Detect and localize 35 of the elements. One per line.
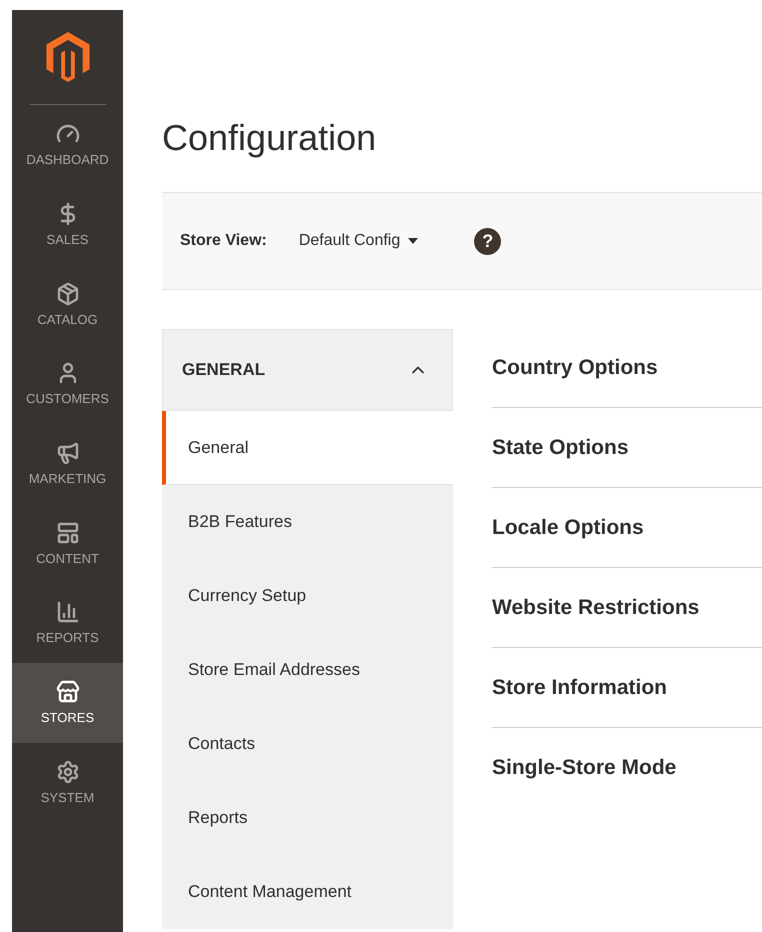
section-item[interactable]: Reports bbox=[162, 781, 453, 855]
config-group-title[interactable]: Store Information bbox=[492, 648, 762, 728]
section-item[interactable]: General bbox=[162, 411, 453, 485]
sidebar-item[interactable]: DASHBOARD bbox=[12, 105, 123, 185]
sidebar-item[interactable]: REPORTS bbox=[12, 583, 123, 663]
sidebar-item[interactable]: SALES bbox=[12, 184, 123, 264]
sidebar-item[interactable]: MARKETING bbox=[12, 424, 123, 504]
megaphone-icon bbox=[56, 441, 80, 466]
config-group-title[interactable]: Country Options bbox=[492, 329, 762, 408]
bar-chart-icon bbox=[56, 600, 80, 624]
section-item[interactable]: Content Management bbox=[162, 855, 453, 929]
logo-icon[interactable] bbox=[46, 32, 90, 83]
store-view-dropdown[interactable]: Default Config bbox=[298, 232, 418, 250]
section-item[interactable]: Contacts bbox=[162, 707, 453, 781]
help-button[interactable]: ? bbox=[474, 228, 502, 254]
section-item[interactable]: B2B Features bbox=[162, 485, 453, 559]
config-group-title[interactable]: Website Restrictions bbox=[492, 568, 762, 648]
config-group-title[interactable]: Single-Store Mode bbox=[492, 728, 762, 807]
layout-icon bbox=[56, 520, 80, 545]
sidebar-item[interactable]: SYSTEM bbox=[12, 742, 123, 822]
sidebar-item[interactable]: STORES bbox=[12, 662, 123, 742]
store-icon bbox=[56, 680, 80, 704]
box-icon bbox=[56, 282, 80, 306]
section-item[interactable]: Store Email Addresses bbox=[162, 633, 453, 707]
sidebar-item[interactable]: CUSTOMERS bbox=[12, 344, 123, 424]
config-group-title[interactable]: Locale Options bbox=[492, 488, 762, 568]
sidebar-item[interactable]: CONTENT bbox=[12, 503, 123, 584]
section-item[interactable]: Currency Setup bbox=[162, 559, 453, 633]
caret-icon bbox=[408, 238, 418, 244]
page-title: Configuration bbox=[162, 116, 378, 160]
section-header[interactable]: GENERAL bbox=[162, 329, 453, 411]
gear-icon bbox=[56, 760, 80, 784]
store-view-label: Store View: bbox=[180, 232, 267, 250]
config-group-title[interactable]: State Options bbox=[492, 408, 762, 488]
sidebar-item[interactable]: CATALOG bbox=[12, 264, 123, 344]
